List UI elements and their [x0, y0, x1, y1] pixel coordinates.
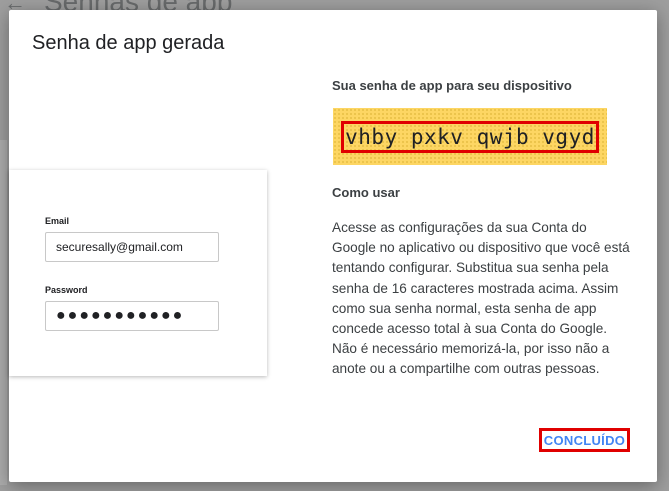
password-label: Password [45, 285, 88, 295]
password-value: ●●●●●●●●●●● [56, 307, 185, 324]
email-value: securesally@gmail.com [56, 240, 183, 254]
app-password-dialog: Senha de app gerada Email securesally@gm… [9, 10, 657, 482]
howto-text: Acesse as configurações da sua Conta do … [332, 220, 630, 377]
login-illustration: Email securesally@gmail.com Password ●●●… [9, 170, 267, 376]
done-button[interactable]: CONCLUÍDO [539, 428, 630, 452]
howto-heading: Como usar [332, 185, 400, 200]
password-heading: Sua senha de app para seu dispositivo [332, 78, 572, 93]
generated-password[interactable]: vhby pxkv qwjb vgyd [341, 121, 599, 153]
dialog-title: Senha de app gerada [32, 32, 225, 54]
password-field: ●●●●●●●●●●● [45, 301, 219, 331]
generated-password-panel: vhby pxkv qwjb vgyd [333, 108, 607, 165]
email-field: securesally@gmail.com [45, 232, 219, 262]
email-label: Email [45, 216, 70, 226]
background-card [0, 140, 7, 485]
